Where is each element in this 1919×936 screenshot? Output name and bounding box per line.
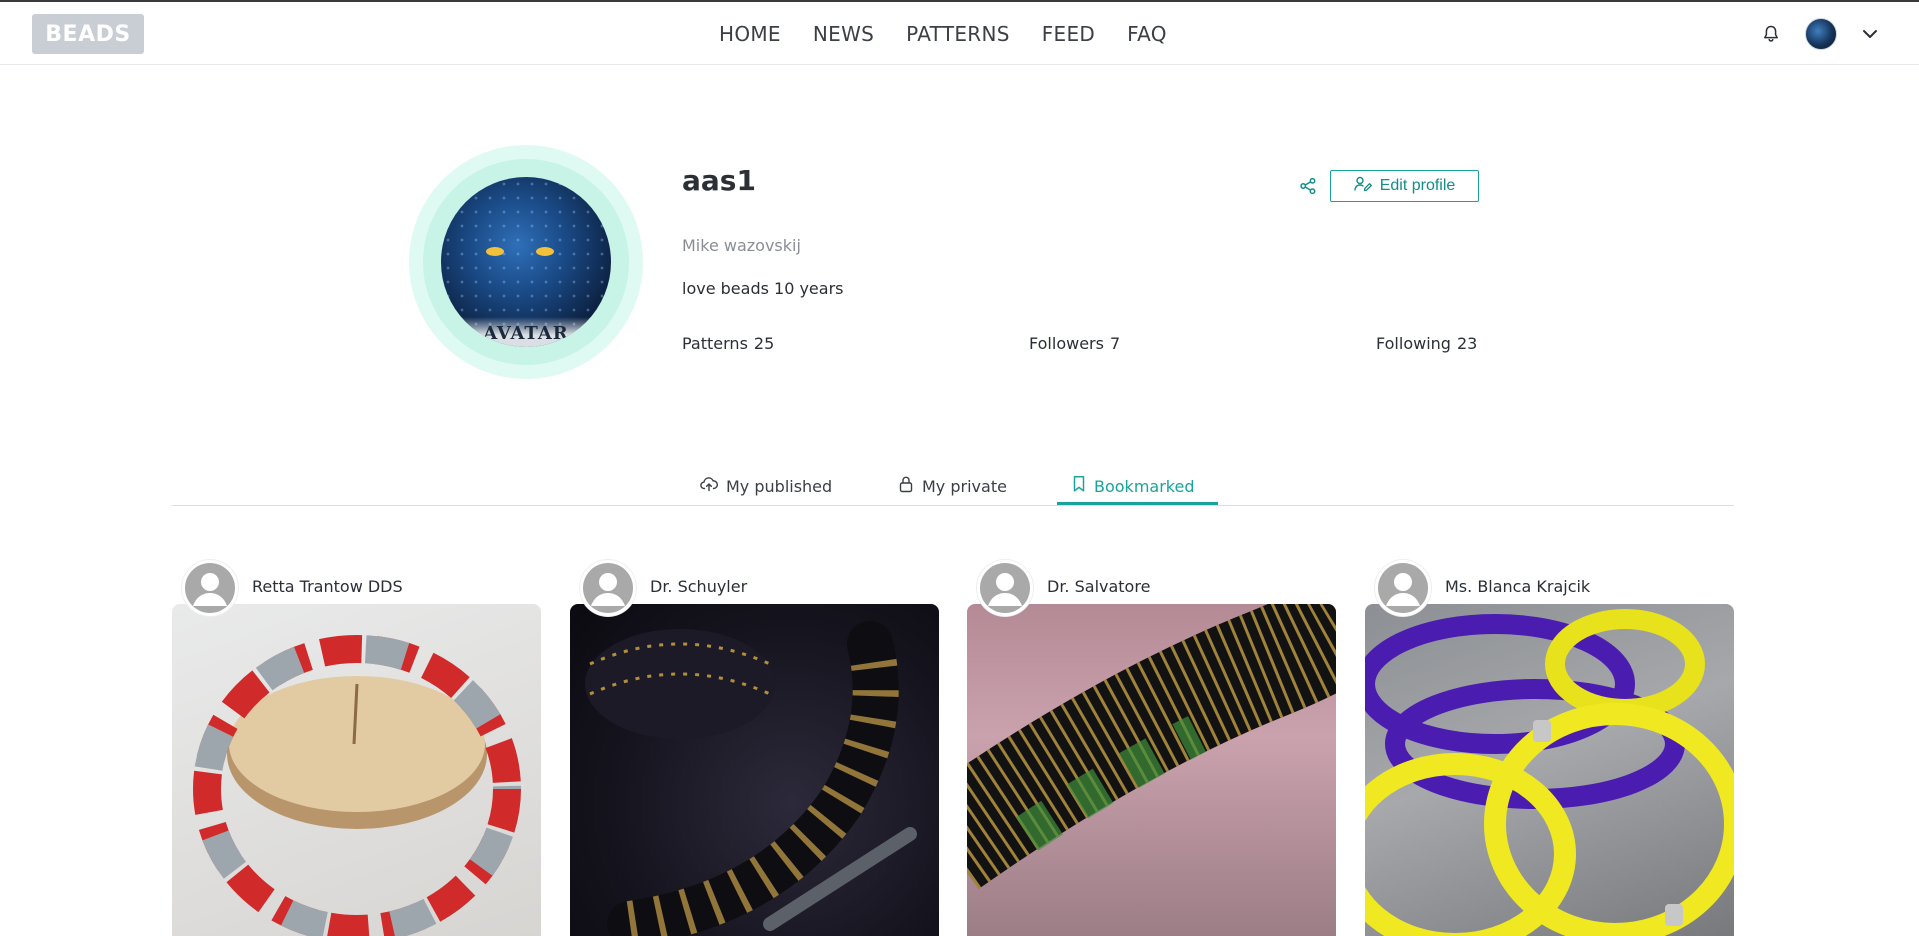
tab-bookmarked[interactable]: Bookmarked [1072, 466, 1194, 506]
user-placeholder-icon [1378, 563, 1428, 613]
author-avatar[interactable] [977, 560, 1033, 616]
beaded-rope-illustration [585, 621, 917, 936]
profile-bio: love beads 10 years [682, 279, 844, 298]
author-avatar[interactable] [1375, 560, 1431, 616]
beaded-necklace-illustration [193, 635, 521, 936]
nav-home[interactable]: HOME [719, 22, 781, 46]
share-icon[interactable] [1296, 174, 1320, 198]
tab-my-published-label: My published [726, 476, 833, 496]
author-avatar[interactable] [580, 560, 636, 616]
stat-followers-value: 7 [1109, 334, 1121, 353]
lock-icon [898, 475, 914, 497]
nav-feed[interactable]: FEED [1042, 22, 1095, 46]
stat-following[interactable]: Following 23 [1376, 334, 1477, 353]
pattern-image[interactable] [967, 604, 1336, 936]
tab-my-private-label: My private [922, 476, 1007, 496]
top-header: BEADS HOME NEWS PATTERNS FEED FAQ [0, 2, 1919, 65]
user-placeholder-icon [583, 563, 633, 613]
nav-news[interactable]: NEWS [813, 22, 874, 46]
tabs-divider [172, 505, 1734, 506]
stat-following-value: 23 [1456, 334, 1478, 353]
bookmark-icon [1072, 475, 1086, 497]
pattern-image[interactable] [172, 604, 541, 936]
header-user-area [1761, 18, 1879, 50]
card-author-name[interactable]: Retta Trantow DDS [252, 577, 403, 596]
cloud-upload-icon [700, 476, 718, 496]
tab-my-published[interactable]: My published [700, 466, 832, 506]
author-avatar[interactable] [182, 560, 238, 616]
card-author-name[interactable]: Ms. Blanca Krajcik [1445, 577, 1590, 596]
stat-following-label: Following [1376, 334, 1451, 353]
profile-username: aas1 [682, 164, 756, 197]
stat-followers[interactable]: Followers 7 [1029, 334, 1120, 353]
avatar-eye-left [486, 247, 504, 256]
profile-avatar-ring: AVATAR [409, 145, 643, 379]
edit-profile-label: Edit profile [1379, 177, 1456, 194]
beads-logo[interactable]: BEADS [32, 14, 144, 54]
edit-profile-button[interactable]: Edit profile [1330, 170, 1479, 202]
active-tab-indicator [1057, 502, 1218, 505]
stat-followers-label: Followers [1029, 334, 1104, 353]
user-placeholder-icon [980, 563, 1030, 613]
profile-full-name: Mike wazovskij [682, 236, 801, 255]
avatar-poster-title: AVATAR [441, 317, 611, 347]
pattern-card[interactable]: Dr. Schuyler [570, 560, 939, 936]
stat-patterns-label: Patterns [682, 334, 748, 353]
chevron-down-icon[interactable] [1861, 25, 1879, 43]
nav-patterns[interactable]: PATTERNS [906, 22, 1010, 46]
tab-bookmarked-label: Bookmarked [1094, 476, 1195, 496]
card-author-name[interactable]: Dr. Salvatore [1047, 577, 1150, 596]
user-edit-icon [1354, 176, 1372, 197]
nav-faq[interactable]: FAQ [1127, 22, 1167, 46]
profile-avatar-ring-inner: AVATAR [423, 159, 629, 365]
stat-patterns-value: 25 [753, 334, 775, 353]
user-placeholder-icon [185, 563, 235, 613]
bell-icon[interactable] [1761, 24, 1781, 44]
pattern-card[interactable]: Retta Trantow DDS [172, 560, 541, 936]
pattern-card[interactable]: Dr. Salvatore [967, 560, 1336, 936]
stat-patterns[interactable]: Patterns 25 [682, 334, 774, 353]
beaded-bracelet-illustration [967, 604, 1336, 889]
pattern-image[interactable] [570, 604, 939, 936]
card-author-name[interactable]: Dr. Schuyler [650, 577, 747, 596]
beaded-bangles-illustration [1365, 609, 1734, 936]
pattern-image[interactable] [1365, 604, 1734, 936]
user-avatar[interactable] [1805, 18, 1837, 50]
tab-my-private[interactable]: My private [898, 466, 1007, 506]
avatar-eye-right [536, 247, 554, 256]
profile-avatar: AVATAR [441, 177, 611, 347]
pattern-card[interactable]: Ms. Blanca Krajcik [1365, 560, 1734, 936]
main-nav: HOME NEWS PATTERNS FEED FAQ [719, 22, 1167, 46]
